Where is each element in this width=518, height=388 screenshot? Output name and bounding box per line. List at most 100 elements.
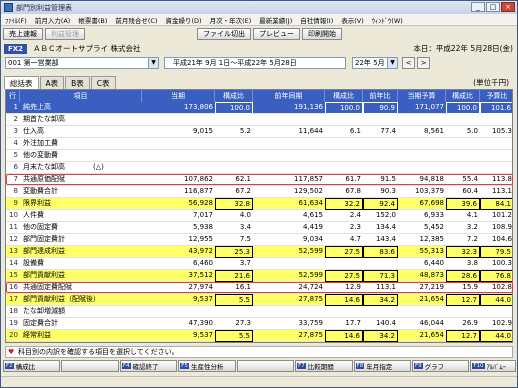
cell-r1: 3.4 bbox=[239, 223, 251, 231]
cell-br bbox=[480, 162, 512, 174]
print-button[interactable]: 印刷開始 bbox=[302, 28, 342, 40]
cell-r1: 25.3 bbox=[215, 246, 253, 258]
menu-report[interactable]: 帳票書(B) bbox=[74, 15, 111, 25]
cell-no: 16 bbox=[9, 283, 18, 291]
table-row[interactable]: 10 人件費 7,017 4.0 4,615 2.4 152.0 6,933 4.1 101.2 bbox=[6, 210, 512, 222]
menu-monthly[interactable]: 月次・年次(E) bbox=[206, 15, 256, 25]
chevron-down-icon[interactable]: ▼ bbox=[148, 58, 158, 68]
table-row[interactable]: 3 仕入高 9,015 5.2 11,644 6.1 77.4 8,561 5.0 105.3 bbox=[6, 126, 512, 138]
fkey-button[interactable] bbox=[61, 360, 119, 372]
table-row[interactable]: 7 共通原価配賦 107,862 62.1 117,857 61.7 91.5 94,818 5… bbox=[6, 174, 512, 186]
cell-bud: 6,933 bbox=[423, 211, 444, 219]
tab-a[interactable]: A表 bbox=[39, 76, 65, 89]
cell-r3: 12.7 bbox=[446, 294, 480, 306]
tab-c[interactable]: C表 bbox=[90, 76, 116, 89]
fkey-button[interactable]: F10 ｱﾙﾊﾞﾑｰ bbox=[470, 360, 516, 372]
preview-button[interactable]: プレビュー bbox=[253, 28, 300, 40]
table-row[interactable]: 12 部門固定費計 12,955 7.5 9,034 4.7 143.4 12,385 7.2 1… bbox=[6, 234, 512, 246]
cell-yoy: 91.5 bbox=[380, 175, 396, 183]
cell-prev: 4,615 bbox=[302, 211, 323, 219]
menu-latest[interactable]: 最新業績(J) bbox=[255, 15, 296, 25]
menu-company[interactable]: 自社情報(I) bbox=[296, 15, 337, 25]
next-month-button[interactable]: > bbox=[417, 57, 430, 69]
month-select[interactable]: 22年 5月 ▼ bbox=[352, 57, 398, 69]
cell-r1: 16.1 bbox=[235, 283, 251, 291]
fkey-button[interactable]: F2 構成比 bbox=[3, 360, 61, 372]
cell-bud: 103,379 bbox=[415, 187, 444, 195]
fkey-button[interactable]: F9 グラフ bbox=[411, 360, 470, 372]
table-row[interactable]: 1 純売上高 173,806 100.0 191,136 100.0 90.9 171,077… bbox=[6, 102, 512, 114]
fkey-button[interactable]: F7 比較期間 bbox=[295, 360, 353, 372]
cell-no: 12 bbox=[9, 235, 18, 243]
table-row[interactable]: 16 共通固定費配賦 27,974 16.1 24,724 12.9 113.1 27,219… bbox=[6, 282, 512, 294]
cell-yoy: 152.0 bbox=[375, 211, 396, 219]
cell-r1: 62.1 bbox=[235, 175, 251, 183]
cell-r3: 100.0 bbox=[446, 102, 480, 114]
table-row[interactable]: 2 期首たな卸高 bbox=[6, 114, 512, 126]
cell-r3: 4.1 bbox=[466, 211, 478, 219]
table-row[interactable]: 13 部門達成利益 43,972 25.3 52,599 27.5 83.6 55,313 32… bbox=[6, 246, 512, 258]
cell-r2: 17.7 bbox=[345, 319, 361, 327]
table-row[interactable]: 6 月末たな卸高 (△) bbox=[6, 162, 512, 174]
fkey-text: 年月指定 bbox=[366, 363, 393, 371]
cell-br: 113.1 bbox=[491, 187, 512, 195]
table-row[interactable]: 20 経常利益 9,537 5.5 27,875 14.6 34.2 21,654 12.7 44… bbox=[6, 330, 512, 342]
table-row[interactable]: 17 部門貢献利益（配賦後） 9,537 5.5 27,875 14.6 34.2 21,65… bbox=[6, 294, 512, 306]
close-button[interactable]: × bbox=[501, 2, 515, 12]
cell-r3: 55.4 bbox=[462, 175, 478, 183]
cell-name: 期首たな卸高 bbox=[23, 115, 65, 123]
table-row[interactable]: 4 外注加工費 bbox=[6, 138, 512, 150]
menu-view[interactable]: 表示(V) bbox=[337, 15, 368, 25]
cell-prev: 117,857 bbox=[294, 175, 323, 183]
cell-br: 102.9 bbox=[491, 319, 512, 327]
table-row[interactable]: 9 限界利益 56,928 32.8 61,634 32.2 92.4 67,698 39.6 8… bbox=[6, 198, 512, 210]
chevron-down-icon[interactable]: ▼ bbox=[387, 58, 397, 68]
tab-summary[interactable]: 総括表 bbox=[4, 76, 39, 89]
table-row[interactable]: 15 部門貢献利益 37,512 21.6 52,599 27.5 71.3 48,873 28… bbox=[6, 270, 512, 282]
menu-balance[interactable]: 前月残合せ(C) bbox=[111, 15, 161, 25]
cell-no: 4 bbox=[13, 139, 18, 147]
cell-prev bbox=[253, 114, 325, 126]
sales-report-button[interactable]: 売上速報 bbox=[3, 28, 43, 40]
menu-cashflow[interactable]: 資金繰り(D) bbox=[162, 15, 206, 25]
table-row[interactable]: 18 たな卸増減額 bbox=[6, 306, 512, 318]
cell-r3: 26.9 bbox=[462, 319, 478, 327]
cell-cur: 43,972 bbox=[188, 247, 214, 255]
cell-r3 bbox=[446, 306, 480, 318]
cell-r3 bbox=[446, 114, 480, 126]
cell-r2 bbox=[325, 150, 363, 162]
fkey-button[interactable]: F4 確認終了 bbox=[119, 360, 178, 372]
cell-name: 部門固定費計 bbox=[23, 235, 65, 243]
cell-yoy bbox=[363, 138, 398, 150]
cell-r1: 21.6 bbox=[215, 270, 253, 282]
table-row[interactable]: 5 他の変動費 bbox=[6, 150, 512, 162]
table-row[interactable]: 19 固定費合計 47,390 27.3 33,759 17.7 140.4 46,044 26… bbox=[6, 318, 512, 330]
menu-input[interactable]: 前月入力(A) bbox=[31, 15, 75, 25]
menu-file[interactable]: ﾌｧｲﾙ(F) bbox=[1, 15, 31, 25]
function-key-bar: F2 構成比 F4 確認終了 F5 生産性分析 F7 比較期間 F8 年月指定 F9 グラフ F10 ｱﾙ… bbox=[3, 360, 517, 373]
menu-window[interactable]: ｳｨﾝﾄﾞｳ(W) bbox=[368, 15, 407, 25]
cell-r2 bbox=[325, 138, 363, 150]
cell-prev: 61,634 bbox=[298, 199, 324, 207]
table-row[interactable]: 8 変動費合計 116,877 67.2 129,502 67.8 90.3 103,379 6… bbox=[6, 186, 512, 198]
tab-b[interactable]: B表 bbox=[65, 76, 90, 89]
fkey-button[interactable]: F8 年月指定 bbox=[353, 360, 411, 372]
cell-no: 14 bbox=[9, 259, 18, 267]
fkey-button[interactable]: F5 生産性分析 bbox=[178, 360, 236, 372]
fkey-button[interactable] bbox=[236, 360, 295, 372]
col-header-ratio: 構成比 bbox=[215, 90, 253, 102]
maximize-button[interactable]: □ bbox=[486, 2, 500, 12]
cell-bud bbox=[398, 138, 446, 150]
table-row[interactable]: 14 設備費 6,460 3.7 6,440 3.8 100.3 bbox=[6, 258, 512, 270]
cell-yoy: 34.2 bbox=[363, 330, 398, 342]
table-row[interactable]: 11 他の固定費 5,938 3.4 4,419 2.3 134.4 5,452 3.2 108.… bbox=[6, 222, 512, 234]
cell-no: 13 bbox=[9, 247, 18, 255]
file-export-button[interactable]: ファイル切出 bbox=[197, 28, 251, 40]
cell-cur bbox=[142, 138, 215, 150]
col-header-item: 項目 bbox=[20, 90, 142, 102]
department-select[interactable]: 001 第一営業部 ▼ bbox=[5, 57, 159, 69]
minimize-button[interactable]: _ bbox=[471, 2, 485, 12]
profit-mgmt-button[interactable]: 利益管理 bbox=[45, 28, 85, 40]
cell-prev bbox=[253, 258, 325, 270]
prev-month-button[interactable]: < bbox=[402, 57, 415, 69]
